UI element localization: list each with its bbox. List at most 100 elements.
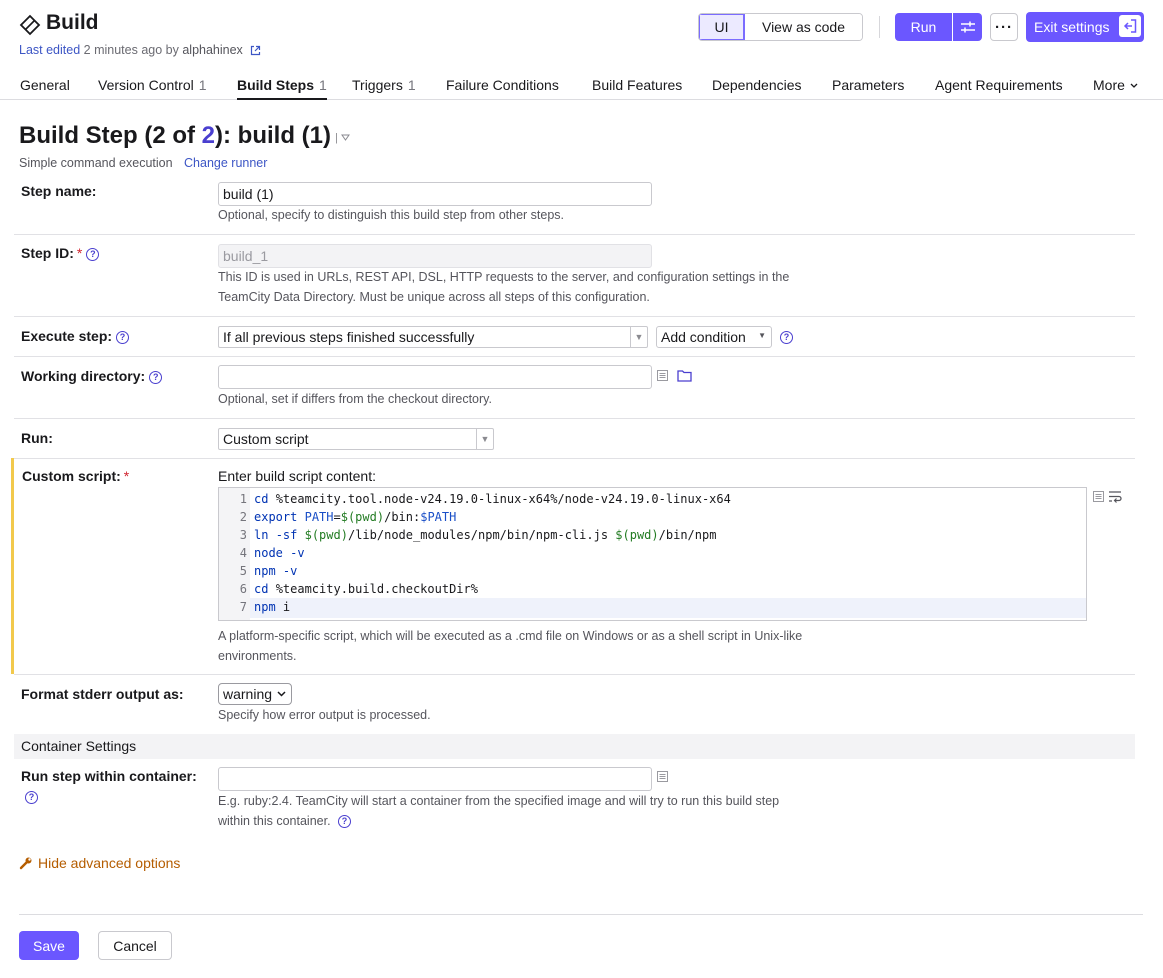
help-icon[interactable]: ? [25,789,38,804]
required-marker: * [76,245,83,261]
view-as-code-button[interactable]: View as code [745,14,862,40]
step-heading: Build Step (2 of 2): build (1) [19,122,331,149]
row-divider [14,234,1135,235]
required-marker: * [123,468,130,484]
last-edited: Last edited 2 minutes ago by alphahinex [19,43,261,57]
working-dir-hint: Optional, set if differs from the checko… [218,392,492,406]
container-settings-header [14,734,1135,759]
dropdown-arrow-icon: ▼ [476,429,493,449]
chevron-down-icon [1130,83,1138,88]
row-divider [14,418,1135,419]
line-number: 4 [239,546,247,560]
line-number: 1 [239,492,247,506]
step-id-input: build_1 [218,244,652,268]
step-id-hint-1: This ID is used in URLs, REST API, DSL, … [218,270,790,284]
tab-version-control[interactable]: Version Control 1 [98,77,207,93]
tab-dependencies[interactable]: Dependencies [712,77,802,93]
change-runner-link[interactable]: Change runner [184,156,267,170]
exit-settings-button[interactable]: Exit settings [1026,12,1144,42]
custom-script-hint-2: environments. [218,649,297,663]
container-settings-title: Container Settings [21,738,137,754]
tab-triggers[interactable]: Triggers 1 [352,77,416,93]
help-icon[interactable]: ? [338,815,352,828]
row-divider [14,356,1135,357]
working-dir-label: Working directory: [21,368,146,384]
container-label: Run step within container: [21,768,197,784]
help-icon[interactable]: ? [780,329,793,344]
toolbar-divider [879,16,880,38]
run-options-button[interactable] [953,13,982,41]
step-name-label: Step name: [21,183,97,199]
soft-wrap-icon[interactable] [1108,490,1122,503]
add-condition-button[interactable]: Add condition ▼ [656,326,772,348]
wrench-icon [19,857,32,870]
hide-advanced-link[interactable]: Hide advanced options [19,855,180,871]
triangle-down-icon [340,134,350,141]
exit-settings-label: Exit settings [1034,19,1110,35]
step-name-input[interactable]: build (1) [218,182,652,206]
tab-failure-conditions[interactable]: Failure Conditions [446,77,559,93]
last-edited-user: alphahinex [182,43,243,57]
container-hint-row: within this container. ? [218,811,352,831]
row-divider [14,458,1135,459]
line-number: 3 [239,528,247,542]
code-line-2: export PATH=$(pwd)/bin:$PATH [254,510,457,524]
row-divider [14,674,1135,675]
code-line-5: npm -v [254,564,298,578]
step-menu-toggle[interactable]: | [335,132,350,144]
parameter-picker-icon[interactable] [657,771,668,782]
tab-agent-requirements[interactable]: Agent Requirements [935,77,1063,93]
active-line-highlight [250,598,1086,618]
run-label: Run: [21,430,53,446]
parameter-picker-icon[interactable] [1093,491,1104,502]
parameter-picker-icon[interactable] [657,370,668,381]
help-icon[interactable]: ? [149,371,163,384]
row-divider [14,316,1135,317]
tab-general[interactable]: General [20,77,70,93]
tab-build-steps[interactable]: Build Steps 1 [237,77,327,93]
help-icon[interactable]: ? [86,248,100,261]
runner-line: Simple command execution Change runner [19,156,267,170]
external-link-icon[interactable] [250,45,261,56]
build-config-icon [19,14,41,36]
folder-icon[interactable] [677,369,692,382]
code-line-6: cd %teamcity.build.checkoutDir% [254,582,478,596]
stderr-select[interactable]: warning [218,683,292,705]
code-line-1: cd %teamcity.tool.node-v24.19.0-linux-x6… [254,492,731,506]
working-dir-input[interactable] [218,365,652,389]
line-number: 6 [239,582,247,596]
tab-build-features[interactable]: Build Features [592,77,682,93]
step-name-hint: Optional, specify to distinguish this bu… [218,208,565,222]
step-count-link[interactable]: 2 [202,122,215,149]
focused-row-marker [11,458,14,674]
more-actions-button[interactable]: ··· [990,13,1018,41]
stderr-label: Format stderr output as: [21,686,184,702]
view-ui-button[interactable]: UI [699,14,745,40]
working-dir-label-row: Working directory:? [21,368,163,384]
line-number: 2 [239,510,247,524]
last-edited-time: 2 minutes ago by [83,43,179,57]
execute-step-label: Execute step: [21,328,113,344]
code-line-7: npm i [254,600,291,614]
container-image-input[interactable] [218,767,652,791]
container-hint-1: E.g. ruby:2.4. TeamCity will start a con… [218,794,780,808]
cancel-button[interactable]: Cancel [98,931,172,960]
page-title: Build [46,11,99,34]
sliders-icon [960,21,975,33]
run-select[interactable]: Custom script ▼ [218,428,494,450]
view-mode-toggle: UI View as code [698,13,863,41]
active-tab-indicator [237,98,327,100]
exit-icon [1119,15,1141,37]
custom-script-prompt: Enter build script content: [218,468,376,484]
custom-script-label-row: Custom script: * [22,468,129,484]
run-button[interactable]: Run [895,13,952,41]
tab-more[interactable]: More [1093,77,1138,93]
custom-script-hint-1: A platform-specific script, which will b… [218,629,803,643]
execute-step-select[interactable]: If all previous steps finished successfu… [218,326,648,348]
tab-parameters[interactable]: Parameters [832,77,904,93]
footer-divider [19,914,1143,915]
code-editor[interactable]: 1 2 3 4 5 6 7 cd %teamcity.tool.node-v24… [218,487,1087,621]
help-icon[interactable]: ? [116,331,130,344]
last-edited-link[interactable]: Last edited [19,43,80,57]
save-button[interactable]: Save [19,931,79,960]
